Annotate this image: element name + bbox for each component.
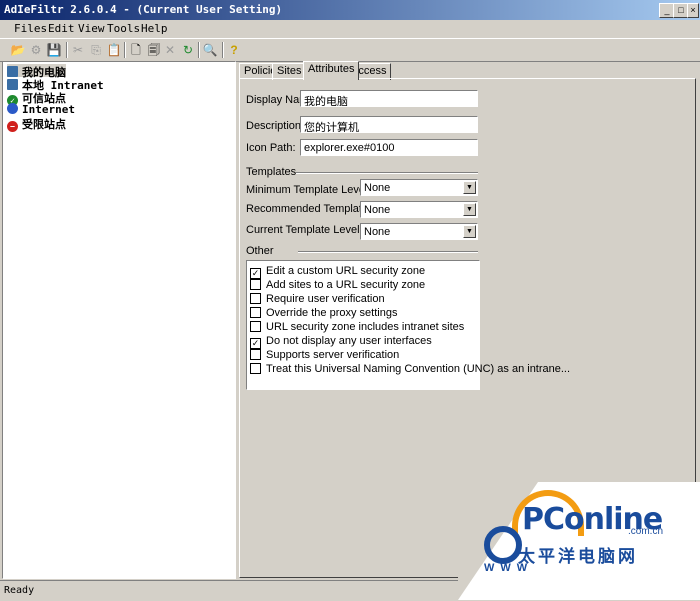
checkbox-icon[interactable] <box>250 307 261 318</box>
option-row[interactable]: ✓ Edit a custom URL security zone <box>250 265 426 279</box>
option-row[interactable]: Add sites to a URL security zone <box>250 279 425 292</box>
watermark-www: WWW <box>484 562 534 574</box>
option-label: Require user verification <box>266 293 385 305</box>
option-label: Treat this Universal Naming Convention (… <box>266 363 571 375</box>
toolbar-separator <box>198 42 200 58</box>
option-label: Do not display any user interfaces <box>266 335 432 347</box>
toolbar-separator <box>66 42 68 58</box>
watermark-domain: .com.cn <box>628 526 664 537</box>
templates-divider <box>296 172 478 174</box>
toolbar-separator <box>124 42 126 58</box>
templates-heading: Templates <box>246 166 297 178</box>
chevron-down-icon[interactable]: ▼ <box>463 225 476 238</box>
tree-item-internet[interactable]: Internet <box>7 103 75 116</box>
close-button[interactable]: × <box>687 3 699 18</box>
toolbar: 📂 ⚙ 💾 ✂ ⎘ 📋 ✕ 🗋 🗐 ↻ 🔍 ? <box>0 38 700 62</box>
other-divider <box>298 251 478 253</box>
no-entry-icon: − <box>7 121 18 132</box>
option-row[interactable]: Require user verification <box>250 293 385 306</box>
computer-icon <box>7 66 18 77</box>
checkbox-icon[interactable] <box>250 279 261 290</box>
zone-tree[interactable]: 我的电脑 本地 Intranet ✓ 可信站点 Internet − 受限站点 <box>2 61 236 579</box>
checkbox-checked-icon[interactable]: ✓ <box>250 338 261 349</box>
intranet-icon <box>7 79 18 90</box>
copy-icon[interactable]: ⎘ <box>88 42 104 58</box>
save-icon[interactable]: 💾 <box>46 42 62 58</box>
tree-item-label: Internet <box>22 103 75 116</box>
new-document-icon[interactable]: 🗋 <box>128 42 144 58</box>
min-template-value: None <box>364 182 391 194</box>
description-label: Description: <box>246 120 305 132</box>
paste-document-icon[interactable]: 🗐 <box>146 42 162 58</box>
window-title: AdIeFiltr 2.6.0.4 - (Current User Settin… <box>4 3 283 16</box>
icon-path-field[interactable]: explorer.exe#0100 <box>300 139 478 156</box>
cut-icon[interactable]: ✂ <box>70 42 86 58</box>
checkbox-icon[interactable] <box>250 321 261 332</box>
menu-edit[interactable]: Edit <box>48 22 75 35</box>
gear-icon[interactable]: ⚙ <box>28 42 44 58</box>
option-label: Supports server verification <box>266 349 400 361</box>
toolbar-separator <box>222 42 224 58</box>
other-heading: Other <box>246 245 274 257</box>
option-row[interactable]: Override the proxy settings <box>250 307 397 320</box>
tree-item-intranet[interactable]: 本地 Intranet <box>7 77 104 92</box>
option-row[interactable]: Treat this Universal Naming Convention (… <box>250 363 570 376</box>
chevron-down-icon[interactable]: ▼ <box>463 203 476 216</box>
description-field[interactable]: 您的计算机 <box>300 116 478 133</box>
find-icon[interactable]: 🔍 <box>202 42 218 58</box>
pconline-watermark: PConline .com.cn 太平洋电脑网 WWW <box>458 482 700 600</box>
checkbox-checked-icon[interactable]: ✓ <box>250 268 261 279</box>
option-label: Override the proxy settings <box>266 307 398 319</box>
option-label: URL security zone includes intranet site… <box>266 321 465 333</box>
option-row[interactable]: URL security zone includes intranet site… <box>250 321 464 334</box>
option-row[interactable]: Supports server verification <box>250 349 399 362</box>
tree-item-restricted-sites[interactable]: − 受限站点 <box>7 116 66 132</box>
rec-template-value: None <box>364 204 391 216</box>
refresh-icon[interactable]: ↻ <box>180 42 196 58</box>
min-template-select[interactable]: None ▼ <box>360 179 478 196</box>
menu-view[interactable]: View <box>78 22 105 35</box>
tree-item-label: 受限站点 <box>22 118 66 131</box>
checkbox-icon[interactable] <box>250 349 261 360</box>
paste-icon[interactable]: 📋 <box>106 42 122 58</box>
min-template-label: Minimum Template Level: <box>246 184 371 196</box>
title-bar: AdIeFiltr 2.6.0.4 - (Current User Settin… <box>0 0 700 20</box>
cur-template-label: Current Template Level: <box>246 224 363 236</box>
checkbox-icon[interactable] <box>250 293 261 304</box>
watermark-cn: 太平洋电脑网 <box>518 547 638 567</box>
logo-ring-icon <box>484 526 522 564</box>
menu-help[interactable]: Help <box>141 22 168 35</box>
tree-item-my-computer[interactable]: 我的电脑 <box>7 64 66 79</box>
menu-bar: Files Edit View Tools Help <box>0 20 700 38</box>
cur-template-select[interactable]: None ▼ <box>360 223 478 240</box>
open-folder-icon[interactable]: 📂 <box>10 42 26 58</box>
menu-tools[interactable]: Tools <box>107 22 140 35</box>
help-icon[interactable]: ? <box>226 42 242 58</box>
display-name-field[interactable]: 我的电脑 <box>300 90 478 107</box>
options-checklist: ✓ Edit a custom URL security zone Add sit… <box>246 260 570 390</box>
tree-item-trusted-sites[interactable]: ✓ 可信站点 <box>7 90 66 106</box>
status-text: Ready <box>4 585 35 596</box>
chevron-down-icon[interactable]: ▼ <box>463 181 476 194</box>
icon-path-label: Icon Path: <box>246 142 296 154</box>
tab-attributes[interactable]: Attributes <box>303 61 360 80</box>
cur-template-value: None <box>364 226 391 238</box>
globe-icon <box>7 103 18 114</box>
option-label: Edit a custom URL security zone <box>266 265 426 277</box>
checkbox-icon[interactable] <box>250 363 261 374</box>
delete-icon[interactable]: ✕ <box>162 42 178 58</box>
option-label: Add sites to a URL security zone <box>266 279 426 291</box>
menu-files[interactable]: Files <box>14 22 47 35</box>
rec-template-select[interactable]: None ▼ <box>360 201 478 218</box>
option-row[interactable]: ✓ Do not display any user interfaces <box>250 335 432 349</box>
